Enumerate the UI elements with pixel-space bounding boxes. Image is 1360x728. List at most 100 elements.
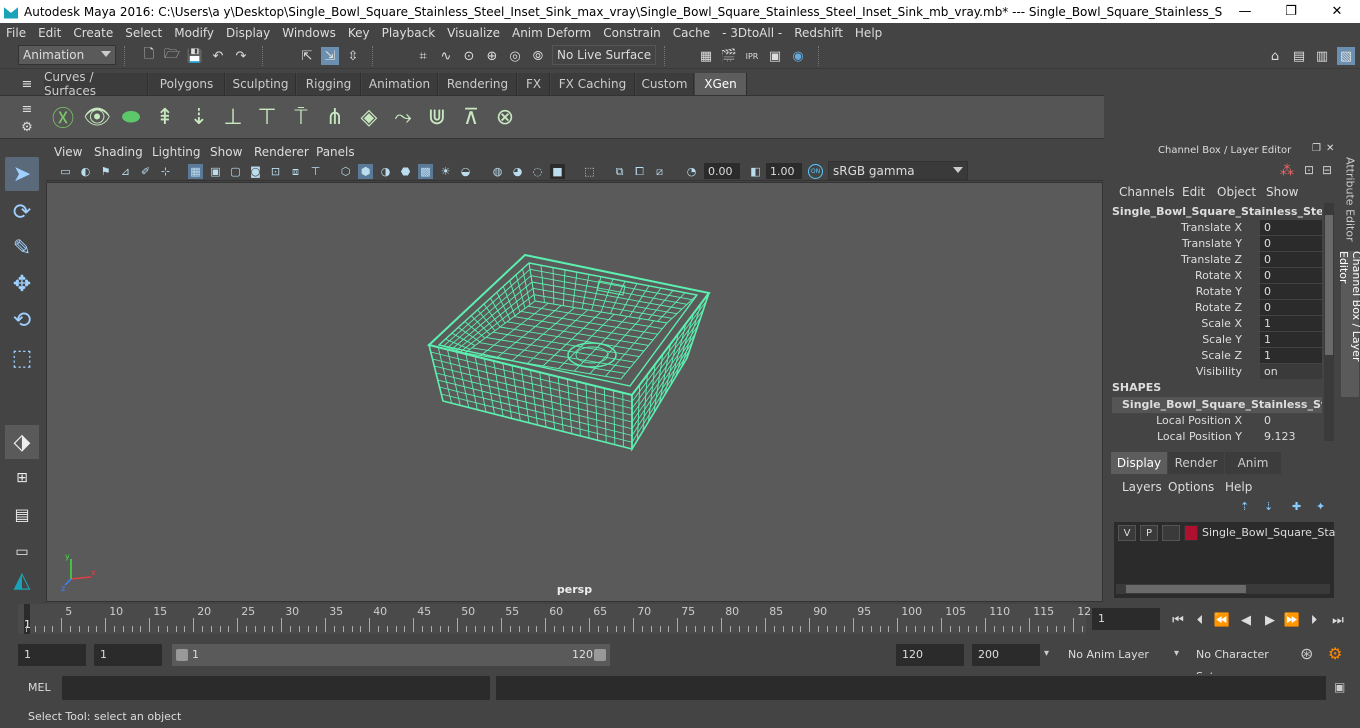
scrollbar-thumb[interactable] — [1325, 215, 1333, 355]
gate-mask-icon[interactable]: ◙ — [248, 164, 263, 179]
layer-row[interactable]: V P Single_Bowl_Square_Sta — [1116, 524, 1335, 542]
camera-attributes-icon[interactable]: ◐ — [78, 164, 93, 179]
maximize-button[interactable]: ❐ — [1268, 0, 1314, 23]
smooth-shade-icon[interactable]: ⬢ — [358, 164, 373, 179]
animation-preferences-icon[interactable]: ⚙ — [1328, 644, 1342, 663]
attr-row-translate-x[interactable]: Translate X 0 — [1108, 220, 1324, 236]
redo-icon[interactable]: ↷ — [232, 47, 250, 65]
snap-to-grid-icon[interactable]: ⌗ — [414, 47, 432, 65]
image-plane-icon[interactable]: ⊿ — [118, 164, 133, 179]
step-back-key-icon[interactable]: ⏪ — [1214, 612, 1230, 628]
range-slider-bar[interactable]: 1 120 — [172, 644, 610, 666]
tab-sculpting[interactable]: Sculpting — [226, 73, 296, 95]
attr-row-rotate-x[interactable]: Rotate X 0 — [1108, 268, 1324, 284]
channel-box-toggle-icon[interactable]: ▧ — [1337, 47, 1355, 65]
menu-constrain[interactable]: Constrain — [597, 26, 667, 40]
layer-visibility-toggle[interactable]: V — [1118, 525, 1136, 541]
attr-row-local-position-y[interactable]: Local Position Y 9.123 — [1108, 429, 1324, 445]
tab-rendering[interactable]: Rendering — [439, 73, 517, 95]
attr-value[interactable]: 1 — [1260, 316, 1322, 331]
command-language-label[interactable]: MEL — [28, 681, 51, 694]
range-end-handle[interactable] — [594, 649, 606, 661]
color-management-icon[interactable]: ON — [808, 164, 823, 179]
lasso-tool-icon[interactable]: ⟳ — [5, 195, 39, 229]
exposure-field[interactable]: 0.00 — [704, 163, 740, 179]
open-scene-icon[interactable]: 🗁 — [163, 47, 181, 65]
le-menu-help[interactable]: Help — [1225, 480, 1252, 494]
selected-object-name[interactable]: Single_Bowl_Square_Stainless_Steel_I... — [1112, 205, 1322, 218]
make-live-icon[interactable]: ⦾ — [529, 47, 547, 65]
xray-icon[interactable]: ⧉ — [612, 164, 627, 179]
tab-custom[interactable]: Custom — [636, 73, 694, 95]
step-forward-frame-icon[interactable]: ⏵ — [1306, 612, 1322, 628]
lock-channel-icon[interactable]: ⊡ — [1304, 163, 1314, 177]
xgen-delete-guides-icon[interactable]: ⊗ — [490, 102, 520, 132]
auto-key-icon[interactable]: ⊛ — [1300, 644, 1313, 663]
tab-animation[interactable]: Animation — [362, 73, 438, 95]
menu-set-dropdown[interactable]: Animation — [18, 45, 116, 65]
render-view-icon[interactable]: ▣ — [766, 47, 784, 65]
layer-color-swatch[interactable] — [1184, 525, 1198, 541]
single-perspective-view-icon[interactable]: ⬗ — [5, 425, 39, 459]
default-material-icon[interactable]: ◑ — [378, 164, 393, 179]
use-all-lights-icon[interactable]: ☀ — [438, 164, 453, 179]
rotate-tool-icon[interactable]: ⟲ — [5, 303, 39, 337]
go-to-end-icon[interactable]: ⏭ — [1330, 612, 1346, 628]
view-transform-dropdown[interactable]: sRGB gamma — [828, 161, 968, 180]
minimize-button[interactable]: — — [1222, 0, 1268, 23]
tab-attribute-editor[interactable]: Attribute Editor — [1341, 149, 1359, 249]
channel-help-icon[interactable]: ⊟ — [1322, 163, 1332, 177]
play-forwards-icon[interactable]: ▶ — [1262, 612, 1278, 628]
layer-name[interactable]: Single_Bowl_Square_Sta — [1202, 526, 1335, 539]
tab-render-layers[interactable]: Render — [1168, 452, 1224, 474]
xgen-guide-tangent-icon[interactable]: ⍑ — [286, 102, 316, 132]
exposure-icon[interactable]: ◔ — [684, 164, 699, 179]
menu-file[interactable]: File — [0, 26, 32, 40]
anti-aliasing-icon[interactable]: ◌ — [530, 164, 545, 179]
save-scene-icon[interactable]: 💾 — [186, 47, 204, 65]
animation-start-field[interactable]: 1 — [18, 644, 86, 666]
motion-blur-icon[interactable]: ◕ — [510, 164, 525, 179]
close-button[interactable]: ✕ — [1314, 0, 1360, 23]
render-frame-icon[interactable]: 🎬 — [720, 47, 738, 65]
shelf-menu-icon[interactable]: ≡ — [18, 75, 36, 93]
menu-redshift[interactable]: Redshift — [788, 26, 849, 40]
menu-3dtoall[interactable]: - 3DtoAll - — [716, 26, 788, 40]
attr-value[interactable]: 9.123 — [1260, 429, 1322, 444]
playback-end-field[interactable]: 120 — [896, 644, 964, 666]
xgen-bend-icon[interactable]: ⤳ — [388, 102, 418, 132]
menu-playback[interactable]: Playback — [376, 26, 442, 40]
grid-icon[interactable]: ▦ — [188, 164, 203, 179]
four-view-layout-icon[interactable]: ⊞ — [5, 461, 39, 495]
viewport-menu-shading[interactable]: Shading — [94, 145, 143, 159]
attr-row-visibility[interactable]: Visibility on — [1108, 364, 1324, 380]
select-by-object-icon[interactable]: ⇲ — [321, 47, 339, 65]
viewport-menu-lighting[interactable]: Lighting — [152, 145, 201, 159]
attr-value[interactable]: 0 — [1260, 236, 1322, 251]
attr-row-translate-y[interactable]: Translate Y 0 — [1108, 236, 1324, 252]
scrollbar-thumb[interactable] — [1126, 585, 1246, 593]
film-gate-icon[interactable]: ▣ — [208, 164, 223, 179]
shelf-settings-icon[interactable]: ⚙ — [18, 118, 36, 136]
xray-joints-icon[interactable]: ⧠ — [632, 164, 647, 179]
select-by-hierarchy-icon[interactable]: ⇱ — [298, 47, 316, 65]
render-settings-icon[interactable]: ▦ — [697, 47, 715, 65]
anim-layer-field[interactable]: No Anim Layer — [1062, 644, 1162, 666]
gamma-icon[interactable]: ◧ — [748, 164, 763, 179]
tab-curves-surfaces[interactable]: Curves / Surfaces — [44, 70, 148, 98]
cb-menu-channels[interactable]: Channels — [1119, 185, 1175, 199]
current-frame-field[interactable]: 1 — [1092, 608, 1160, 630]
perspective-viewport[interactable]: y x z persp — [46, 182, 1103, 602]
play-backwards-icon[interactable]: ◀ — [1238, 612, 1254, 628]
new-layer-selected-icon[interactable]: ✦ — [1316, 500, 1325, 513]
live-surface-field[interactable]: No Live Surface — [552, 45, 656, 65]
undo-icon[interactable]: ↶ — [209, 47, 227, 65]
attr-value[interactable]: 0 — [1260, 252, 1322, 267]
le-menu-layers[interactable]: Layers — [1122, 480, 1162, 494]
hypershade-icon[interactable]: ◉ — [789, 47, 807, 65]
xgen-preview-icon[interactable]: 👁 — [82, 102, 112, 132]
menu-windows[interactable]: Windows — [276, 26, 342, 40]
close-panel-icon[interactable]: ✕ — [1326, 143, 1334, 154]
xgen-create-description-icon[interactable]: ⬬ — [116, 102, 146, 132]
tab-fx[interactable]: FX — [518, 73, 550, 95]
